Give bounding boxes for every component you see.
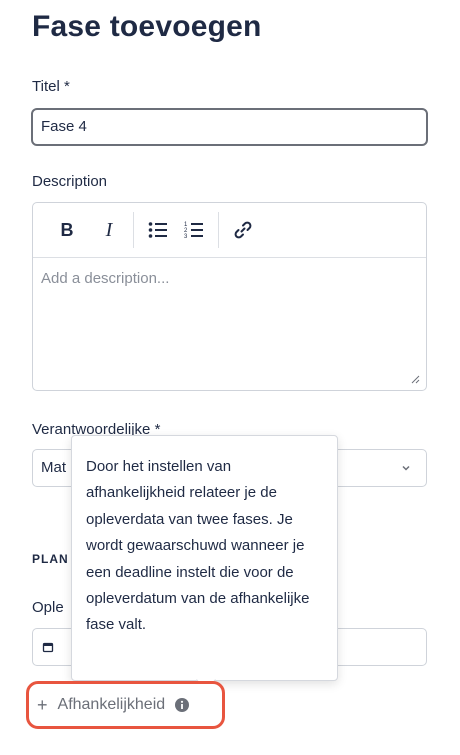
svg-text:3: 3 [184, 234, 188, 240]
add-dependency-button[interactable]: + Afhankelijkheid [26, 681, 225, 729]
toolbar-divider [218, 212, 219, 248]
bullet-list-button[interactable] [142, 214, 174, 246]
planning-section-heading: PLAN [32, 552, 69, 566]
dependency-label: Afhankelijkheid [57, 696, 166, 713]
numbered-list-icon: 123 [184, 222, 203, 240]
link-icon [234, 221, 252, 239]
chevron-down-icon [402, 465, 410, 471]
italic-button[interactable]: I [93, 214, 125, 246]
info-icon[interactable] [175, 698, 190, 712]
title-label: Titel * [32, 78, 70, 95]
plus-icon: + [37, 694, 48, 715]
numbered-list-button[interactable]: 123 [178, 214, 210, 246]
link-button[interactable] [227, 214, 259, 246]
delivery-date-label: Ople [32, 599, 64, 616]
resize-handle-icon[interactable] [410, 374, 420, 384]
description-label: Description [32, 173, 108, 190]
bullet-list-icon [148, 222, 167, 238]
italic-icon: I [105, 218, 113, 241]
description-editor[interactable]: B I 123 Add a description... [32, 202, 427, 391]
calendar-icon [42, 642, 54, 653]
title-input[interactable]: Fase 4 [31, 108, 428, 146]
responsible-value: Mat [41, 459, 67, 476]
bold-icon: B [60, 219, 74, 240]
tooltip-text: Door het instellen van afhankelijkheid r… [86, 458, 310, 634]
toolbar-divider [133, 212, 134, 248]
dependency-tooltip: Door het instellen van afhankelijkheid r… [71, 435, 338, 690]
editor-toolbar: B I 123 [33, 203, 426, 258]
page-title: Fase toevoegen [32, 10, 262, 43]
description-placeholder: Add a description... [41, 270, 170, 287]
bold-button[interactable]: B [51, 214, 83, 246]
